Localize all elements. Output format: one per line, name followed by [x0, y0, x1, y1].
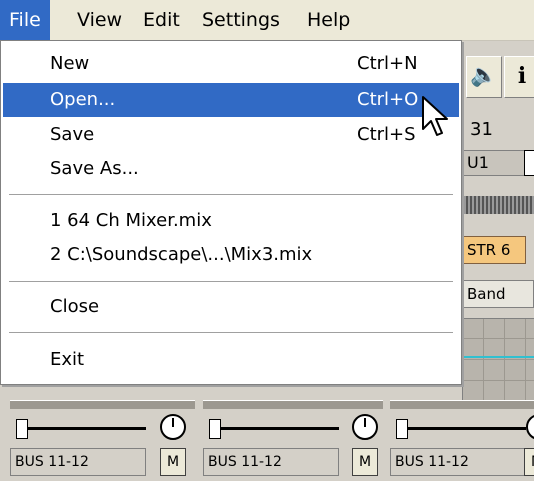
- strip-divider: [10, 400, 195, 409]
- strip-button[interactable]: [524, 150, 534, 176]
- mute-button[interactable]: M: [524, 448, 534, 476]
- strip-divider: [203, 400, 383, 409]
- mute-button[interactable]: M: [160, 448, 186, 476]
- menu-item-label: Open...: [50, 89, 116, 110]
- bus-label: BUS 11-12: [203, 448, 339, 476]
- band-selector[interactable]: Band: [460, 280, 534, 308]
- strip-label: U1: [460, 150, 526, 176]
- menu-item-label: Save As...: [50, 158, 139, 179]
- menu-separator: [9, 332, 453, 334]
- menu-item-shortcut: Ctrl+O: [357, 89, 419, 110]
- mute-button[interactable]: M: [352, 448, 378, 476]
- menu-view[interactable]: View: [68, 0, 131, 40]
- menu-separator: [9, 281, 453, 283]
- bus-label: BUS 11-12: [10, 448, 146, 476]
- menu-item-label: Save: [50, 124, 95, 145]
- menu-item-shortcut: Ctrl+S: [357, 124, 416, 145]
- menu-item-exit[interactable]: Exit: [3, 343, 459, 377]
- meter-display: [460, 196, 534, 214]
- menu-item-close[interactable]: Close: [3, 290, 459, 324]
- menu-item-shortcut: Ctrl+N: [357, 53, 418, 74]
- menu-item-label: New: [50, 53, 90, 74]
- menu-file[interactable]: File: [0, 0, 50, 40]
- menu-separator: [9, 194, 453, 196]
- menu-bar: File View Edit Settings Help: [0, 0, 534, 41]
- menu-help[interactable]: Help: [298, 0, 359, 40]
- strip-divider: [390, 400, 534, 409]
- mouse-cursor-icon: [422, 96, 448, 136]
- fader[interactable]: [390, 418, 534, 439]
- speaker-icon[interactable]: 🔈: [466, 56, 502, 98]
- str-tag[interactable]: STR 6: [460, 236, 526, 264]
- menu-item-label: 1 64 Ch Mixer.mix: [50, 210, 212, 231]
- channel-number: 31: [470, 119, 493, 140]
- menu-item-recent-2[interactable]: 2 C:\Soundscape\...\Mix3.mix: [3, 238, 459, 272]
- info-icon[interactable]: i: [504, 56, 534, 98]
- eq-curve: [462, 356, 534, 358]
- pan-knob[interactable]: [160, 414, 186, 440]
- file-menu-dropdown: New Ctrl+N Open... Ctrl+O Save Ctrl+S Sa…: [0, 40, 462, 385]
- menu-item-new[interactable]: New Ctrl+N: [3, 47, 459, 81]
- menu-item-label: 2 C:\Soundscape\...\Mix3.mix: [50, 244, 313, 265]
- menu-item-label: Close: [50, 296, 100, 317]
- menu-settings[interactable]: Settings: [193, 0, 289, 40]
- eq-graph: [462, 318, 534, 402]
- menu-item-save-as[interactable]: Save As...: [3, 152, 459, 186]
- fader[interactable]: [10, 418, 160, 439]
- menu-item-recent-1[interactable]: 1 64 Ch Mixer.mix: [3, 204, 459, 238]
- pan-knob[interactable]: [352, 414, 378, 440]
- menu-edit[interactable]: Edit: [134, 0, 189, 40]
- bus-label: BUS 11-12: [390, 448, 526, 476]
- menu-item-open[interactable]: Open... Ctrl+O: [3, 83, 459, 117]
- menu-item-label: Exit: [50, 349, 85, 370]
- fader[interactable]: [203, 418, 353, 439]
- menu-item-save[interactable]: Save Ctrl+S: [3, 118, 459, 152]
